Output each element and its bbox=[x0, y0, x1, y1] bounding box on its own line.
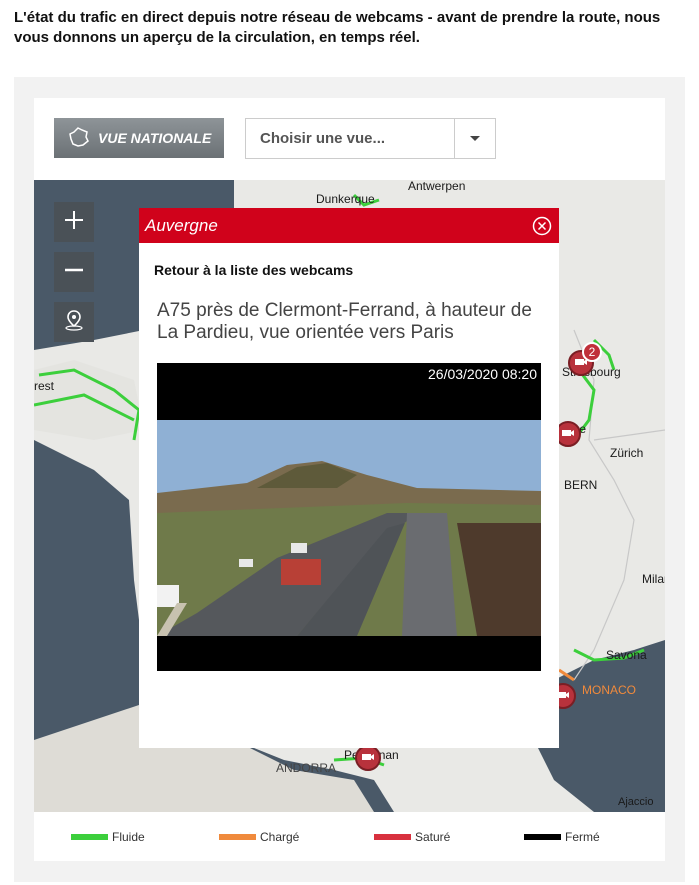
legend-item: Saturé bbox=[374, 830, 450, 844]
cluster-badge[interactable]: 2 bbox=[582, 342, 602, 362]
view-select[interactable]: Choisir une vue... bbox=[245, 118, 496, 159]
legend-label: Fluide bbox=[112, 830, 145, 844]
map-label: Milano bbox=[642, 572, 665, 586]
legend-label: Fermé bbox=[565, 830, 600, 844]
camera-title: A75 près de Clermont-Ferrand, à hauteur … bbox=[157, 300, 532, 343]
location-pin-icon bbox=[63, 309, 85, 336]
camera-marker[interactable] bbox=[355, 745, 381, 771]
minus-icon bbox=[64, 260, 84, 285]
map-label: Brest bbox=[34, 379, 55, 393]
traffic-legend: Fluide Chargé Saturé Fermé bbox=[34, 824, 665, 849]
map-label: Zürich bbox=[610, 446, 644, 460]
map-label: Dunkerque bbox=[316, 192, 375, 206]
map-label: Savona bbox=[606, 648, 647, 662]
zoom-out-button[interactable] bbox=[54, 252, 94, 292]
popup-region-title: Auvergne bbox=[145, 215, 218, 235]
view-select-value: Choisir une vue... bbox=[260, 130, 386, 147]
map-label: ANDORRA bbox=[276, 761, 337, 775]
map-label: Ajaccio bbox=[618, 796, 654, 808]
legend-item: Chargé bbox=[219, 830, 299, 844]
france-map-icon bbox=[68, 126, 90, 151]
map-label: Antwerpen bbox=[408, 180, 466, 193]
webcam-popup: Auvergne Retour à la liste des webcams A… bbox=[139, 208, 559, 748]
legend-label: Chargé bbox=[260, 830, 300, 844]
camera-icon bbox=[361, 749, 375, 767]
legend-swatch bbox=[524, 834, 561, 840]
vue-nationale-label: VUE NATIONALE bbox=[98, 130, 212, 146]
webcam-scene bbox=[157, 363, 541, 671]
zoom-in-button[interactable] bbox=[54, 202, 94, 242]
legend-item: Fermé bbox=[524, 830, 600, 844]
close-icon[interactable] bbox=[531, 215, 553, 237]
back-to-list-link[interactable]: Retour à la liste des webcams bbox=[154, 262, 353, 278]
legend-swatch bbox=[71, 834, 108, 840]
camera-icon bbox=[561, 425, 575, 443]
intro-text: L'état du trafic en direct depuis notre … bbox=[14, 9, 661, 46]
locate-button[interactable] bbox=[54, 302, 94, 342]
legend-item: Fluide bbox=[71, 830, 145, 844]
legend-swatch bbox=[374, 834, 411, 840]
legend-label: Saturé bbox=[415, 830, 451, 844]
webcam-image: 26/03/2020 08:20 bbox=[157, 363, 541, 671]
chevron-down-icon[interactable] bbox=[454, 119, 495, 158]
popup-header: Auvergne bbox=[139, 208, 559, 243]
map-label: BERN bbox=[564, 478, 598, 492]
map-label: MONACO bbox=[582, 683, 636, 697]
vue-nationale-button[interactable]: VUE NATIONALE bbox=[54, 118, 224, 158]
webcam-timestamp: 26/03/2020 08:20 bbox=[428, 366, 537, 382]
legend-swatch bbox=[219, 834, 256, 840]
plus-icon bbox=[64, 210, 84, 235]
